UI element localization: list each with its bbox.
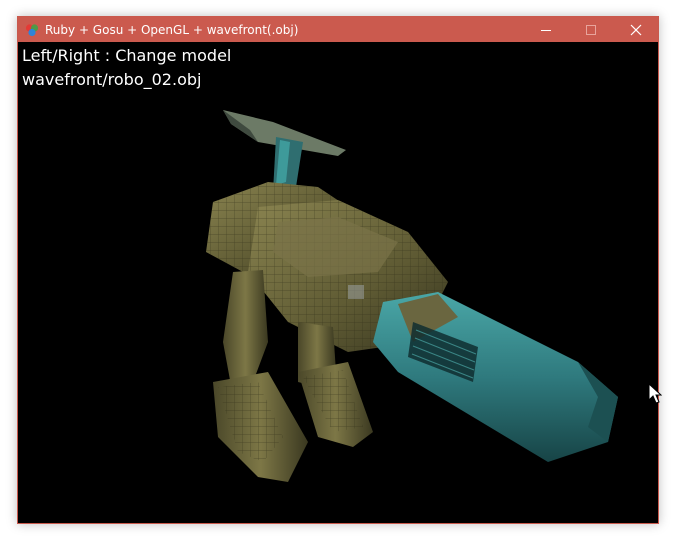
app-icon [25, 23, 39, 36]
minimize-icon [540, 29, 551, 31]
help-text: Left/Right : Change model [22, 46, 232, 65]
app-window: Ruby + Gosu + OpenGL + wavefront(.obj) L… [17, 16, 659, 524]
maximize-icon [585, 24, 596, 35]
minimize-button[interactable] [523, 17, 568, 42]
maximize-button[interactable] [568, 17, 613, 42]
window-title: Ruby + Gosu + OpenGL + wavefront(.obj) [45, 22, 299, 37]
model-path-text: wavefront/robo_02.obj [22, 70, 202, 89]
title-bar[interactable]: Ruby + Gosu + OpenGL + wavefront(.obj) [18, 17, 658, 42]
close-button[interactable] [613, 17, 658, 42]
close-icon [630, 24, 641, 35]
mouse-cursor-icon [648, 383, 662, 404]
robot-model [206, 110, 618, 482]
render-viewport[interactable]: Left/Right : Change model wavefront/robo… [18, 42, 658, 523]
